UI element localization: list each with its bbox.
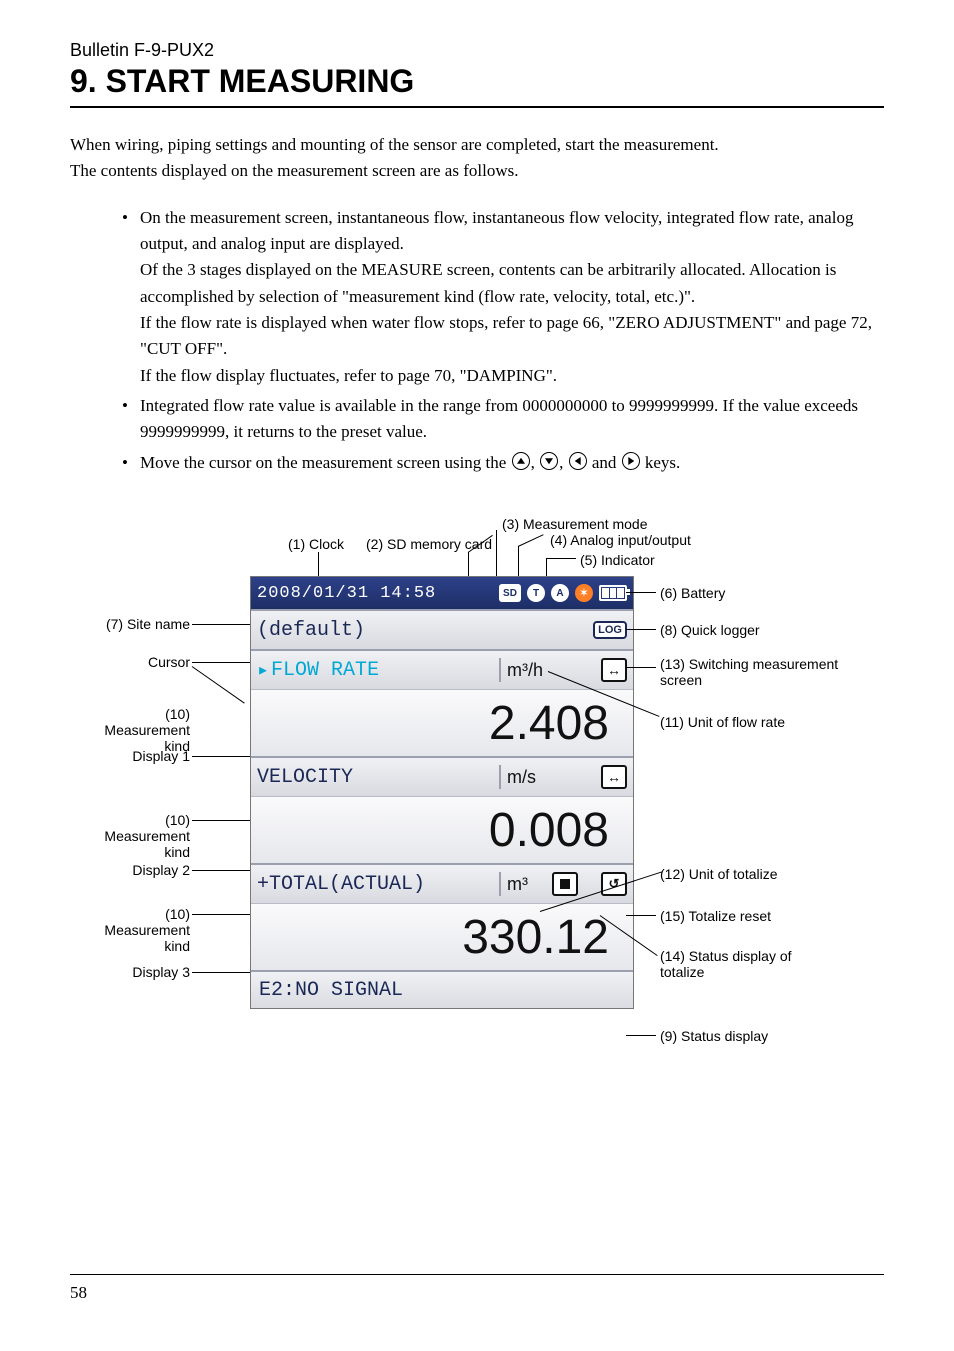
device-status-bar: 2008/01/31 14:58 SD T A ✶ (251, 577, 633, 609)
callout-2: (2) SD memory card (366, 536, 492, 552)
callout-7: (7) Site name (80, 616, 190, 632)
callout-5: (5) Indicator (580, 552, 655, 568)
arrow-left-icon (569, 452, 587, 470)
row1-kind: FLOW RATE (271, 659, 379, 682)
bullet-3: Move the cursor on the measurement scree… (122, 450, 884, 476)
callout-10a: (10) Measurement kind (80, 706, 190, 754)
callout-cursor: Cursor (106, 654, 190, 670)
bullet-1b: Of the 3 stages displayed on the MEASURE… (140, 260, 836, 305)
callout-9: (9) Status display (660, 1028, 768, 1044)
callout-6: (6) Battery (660, 585, 725, 601)
arrow-right-icon (622, 452, 640, 470)
cursor-icon: ▸ (257, 657, 269, 683)
callout-10c: (10) Measurement kind (80, 906, 190, 954)
row1-value: 2.408 (251, 689, 633, 756)
device-row-3-header: +TOTAL(ACTUAL) m³ ↺ (251, 863, 633, 903)
row3-kind: +TOTAL(ACTUAL) (257, 873, 425, 896)
sd-card-icon: SD (499, 584, 521, 602)
section-title: 9. START MEASURING (70, 63, 884, 100)
row1-unit: m³/h (507, 660, 543, 681)
callout-d2: Display 2 (106, 862, 190, 878)
bullet-1a: On the measurement screen, instantaneous… (140, 208, 853, 253)
device-row-2-header: VELOCITY m/s ↔ (251, 756, 633, 796)
bullet-2: Integrated flow rate value is available … (122, 393, 884, 446)
arrow-up-icon (512, 452, 530, 470)
row2-kind: VELOCITY (257, 766, 353, 789)
bulletin-id: Bulletin F-9-PUX2 (70, 40, 884, 61)
intro-p1: When wiring, piping settings and mountin… (70, 132, 884, 158)
bullet-1d: If the flow display fluctuates, refer to… (140, 366, 557, 385)
device-clock: 2008/01/31 14:58 (257, 584, 493, 603)
callout-3: (3) Measurement mode (502, 516, 648, 532)
device-status-row: E2:NO SIGNAL (251, 970, 633, 1008)
callout-11: (11) Unit of flow rate (660, 714, 785, 730)
measurement-mode-icon: T (527, 584, 545, 602)
battery-icon (599, 585, 627, 601)
device-site-name: (default) (257, 619, 365, 642)
callout-13: (13) Switching measurement screen (660, 656, 840, 688)
measurement-screen-diagram: (1) Clock (2) SD memory card (3) Measure… (70, 516, 884, 1096)
row3-value: 330.12 (251, 903, 633, 970)
row2-value: 0.008 (251, 796, 633, 863)
callout-10b: (10) Measurement kind (80, 812, 190, 860)
switch-screen-icon-2: ↔ (601, 765, 627, 789)
row3-unit: m³ (507, 874, 528, 895)
title-rule (70, 106, 884, 108)
callout-d1: Display 1 (106, 748, 190, 764)
device-screen: 2008/01/31 14:58 SD T A ✶ (default) LOG … (250, 576, 634, 1009)
row2-unit: m/s (507, 767, 536, 788)
bullet-1: On the measurement screen, instantaneous… (122, 205, 884, 389)
callout-15: (15) Totalize reset (660, 908, 771, 924)
page-number: 58 (70, 1283, 884, 1303)
intro-p2: The contents displayed on the measuremen… (70, 158, 884, 184)
totalize-status-icon (552, 872, 578, 896)
callout-12: (12) Unit of totalize (660, 866, 778, 882)
footer-rule (70, 1274, 884, 1275)
arrow-down-icon (540, 452, 558, 470)
callout-14: (14) Status display of totalize (660, 948, 830, 980)
indicator-icon: ✶ (575, 584, 593, 602)
switch-screen-icon: ↔ (601, 658, 627, 682)
bullet-3a: Move the cursor on the measurement scree… (140, 453, 511, 472)
callout-1: (1) Clock (288, 536, 344, 552)
page-footer: 58 (70, 1266, 884, 1303)
device-site-row: (default) LOG (251, 609, 633, 649)
quick-logger-icon: LOG (593, 621, 627, 639)
callout-4: (4) Analog input/output (550, 532, 691, 548)
callout-d3: Display 3 (106, 964, 190, 980)
device-status-text: E2:NO SIGNAL (259, 979, 403, 1002)
bullet-3b: keys. (645, 453, 680, 472)
bullet-1c: If the flow rate is displayed when water… (140, 313, 872, 358)
callout-8: (8) Quick logger (660, 622, 760, 638)
analog-io-icon: A (551, 584, 569, 602)
